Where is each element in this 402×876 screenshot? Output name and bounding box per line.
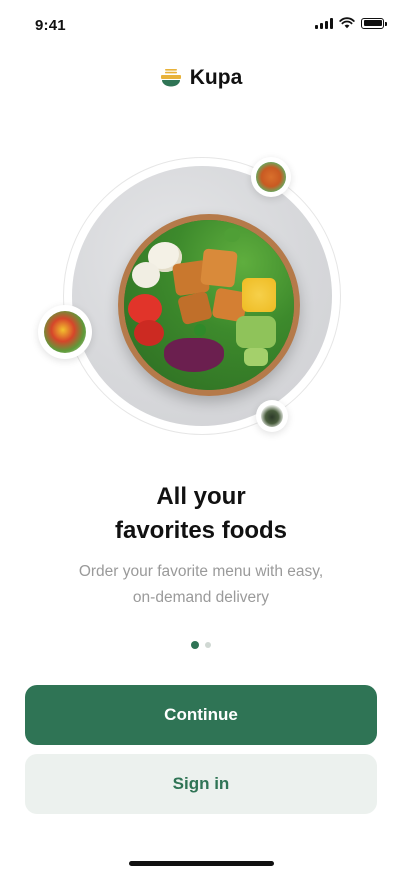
bowl-logo-icon <box>160 69 181 87</box>
thumbnail-soup-image <box>251 157 291 197</box>
thumbnail-salad-bowl-image <box>38 305 92 359</box>
page-dot-active[interactable] <box>191 641 199 649</box>
subtitle-line-1: Order your favorite menu with easy, <box>78 563 324 580</box>
onboarding-screen: 9:41 Kupa All your favorites foods Order… <box>0 0 402 876</box>
sign-in-button[interactable]: Sign in <box>25 754 377 814</box>
thumbnail-sushi-image <box>256 400 288 432</box>
page-dot[interactable] <box>205 642 211 648</box>
headline-line-2: favorites foods <box>114 517 288 544</box>
hero-plate <box>72 166 332 426</box>
cellular-signal-icon <box>315 17 333 29</box>
status-time: 9:41 <box>35 17 66 34</box>
status-bar: 9:41 <box>0 0 402 50</box>
salad-bowl-image <box>118 214 300 396</box>
hero-illustration <box>38 157 341 435</box>
headline-line-1: All your <box>156 483 246 510</box>
subtitle-line-2: on-demand delivery <box>132 589 270 606</box>
home-indicator <box>129 861 274 866</box>
brand-header: Kupa <box>0 66 402 90</box>
battery-icon <box>361 17 387 29</box>
wifi-icon <box>339 17 355 29</box>
continue-button[interactable]: Continue <box>25 685 377 745</box>
status-icons <box>315 17 387 29</box>
brand-name: Kupa <box>189 66 243 89</box>
headline: All your favorites foods <box>0 480 402 548</box>
subtitle: Order your favorite menu with easy, on-d… <box>0 559 402 611</box>
page-indicator <box>0 641 402 649</box>
